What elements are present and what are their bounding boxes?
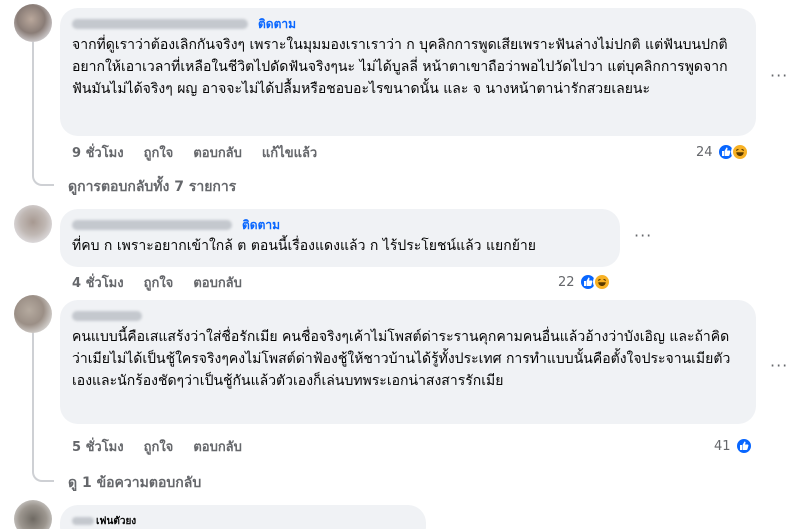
- commenter-name-row: [72, 308, 744, 324]
- comment-text: คนแบบนี้คือเสแสร้งว่าใส่ชื่อรักเมีย คนชื…: [72, 329, 731, 389]
- reaction-count: 41: [714, 438, 731, 454]
- comment-time[interactable]: 9 ชั่วโมง: [72, 142, 124, 163]
- commenter-badge: เฟนตัวยง: [96, 515, 137, 527]
- commenter-name[interactable]: [72, 220, 232, 230]
- like-button[interactable]: ถูกใจ: [144, 272, 174, 293]
- thread-elbow: [32, 438, 54, 482]
- thread-line: [32, 42, 34, 150]
- more-options-icon[interactable]: ···: [770, 68, 788, 84]
- comment-time[interactable]: 4 ชั่วโมง: [72, 272, 124, 293]
- thread-elbow: [32, 150, 54, 186]
- reaction-count: 24: [696, 144, 713, 160]
- avatar[interactable]: [14, 295, 52, 333]
- commenter-name-row: ติดตาม: [72, 217, 608, 233]
- more-options-icon[interactable]: ···: [770, 358, 788, 374]
- thread-line: [32, 330, 34, 438]
- commenter-name[interactable]: [72, 311, 142, 321]
- comment-actions: 4 ชั่วโมง ถูกใจ ตอบกลับ: [72, 273, 262, 291]
- follow-link[interactable]: ติดตาม: [242, 217, 280, 233]
- commenter-name-row: เฟนตัวยง: [72, 513, 414, 529]
- haha-reaction-icon: [730, 143, 749, 161]
- comment-bubble: ติดตาม ที่คบ ก เพราะอยากเข้าใกล้ ต ตอนนี…: [60, 209, 620, 267]
- commenter-name[interactable]: [72, 517, 94, 525]
- reaction-summary[interactable]: 22: [558, 273, 611, 291]
- view-replies-link[interactable]: ดู 1 ข้อความตอบกลับ: [68, 472, 201, 494]
- comment-bubble: ติดตาม จากที่ดูเราว่าต้องเลิกกันจริงๆ เพ…: [60, 8, 756, 136]
- like-button[interactable]: ถูกใจ: [144, 142, 174, 163]
- comment-text: จากที่ดูเราว่าต้องเลิกกันจริงๆ เพราะในมุ…: [72, 37, 728, 97]
- reaction-summary[interactable]: 41: [714, 437, 753, 455]
- reply-button[interactable]: ตอบกลับ: [193, 272, 242, 293]
- like-button[interactable]: ถูกใจ: [144, 436, 174, 457]
- commenter-name-row: ติดตาม: [72, 16, 744, 32]
- avatar[interactable]: [14, 500, 52, 529]
- like-reaction-icon: [734, 437, 753, 455]
- reply-button[interactable]: ตอบกลับ: [193, 142, 242, 163]
- edited-label[interactable]: แก้ไขแล้ว: [262, 142, 317, 163]
- reaction-summary[interactable]: 24: [696, 143, 749, 161]
- follow-link[interactable]: ติดตาม: [258, 16, 296, 32]
- comment-bubble: เฟนตัวยง: [60, 505, 426, 529]
- comment-bubble: คนแบบนี้คือเสแสร้งว่าใส่ชื่อรักเมีย คนชื…: [60, 300, 756, 424]
- comment-actions: 5 ชั่วโมง ถูกใจ ตอบกลับ: [72, 437, 262, 455]
- reply-button[interactable]: ตอบกลับ: [193, 436, 242, 457]
- haha-reaction-icon: [592, 273, 611, 291]
- avatar[interactable]: [14, 205, 52, 243]
- reaction-count: 22: [558, 274, 575, 290]
- more-options-icon[interactable]: ···: [634, 228, 652, 244]
- comment-actions: 9 ชั่วโมง ถูกใจ ตอบกลับ แก้ไขแล้ว: [72, 143, 337, 161]
- avatar[interactable]: [14, 4, 52, 42]
- commenter-name[interactable]: [72, 19, 248, 29]
- comment-time[interactable]: 5 ชั่วโมง: [72, 436, 124, 457]
- comment-text: ที่คบ ก เพราะอยากเข้าใกล้ ต ตอนนี้เรื่อง…: [72, 238, 536, 254]
- view-replies-link[interactable]: ดูการตอบกลับทั้ง 7 รายการ: [68, 176, 236, 198]
